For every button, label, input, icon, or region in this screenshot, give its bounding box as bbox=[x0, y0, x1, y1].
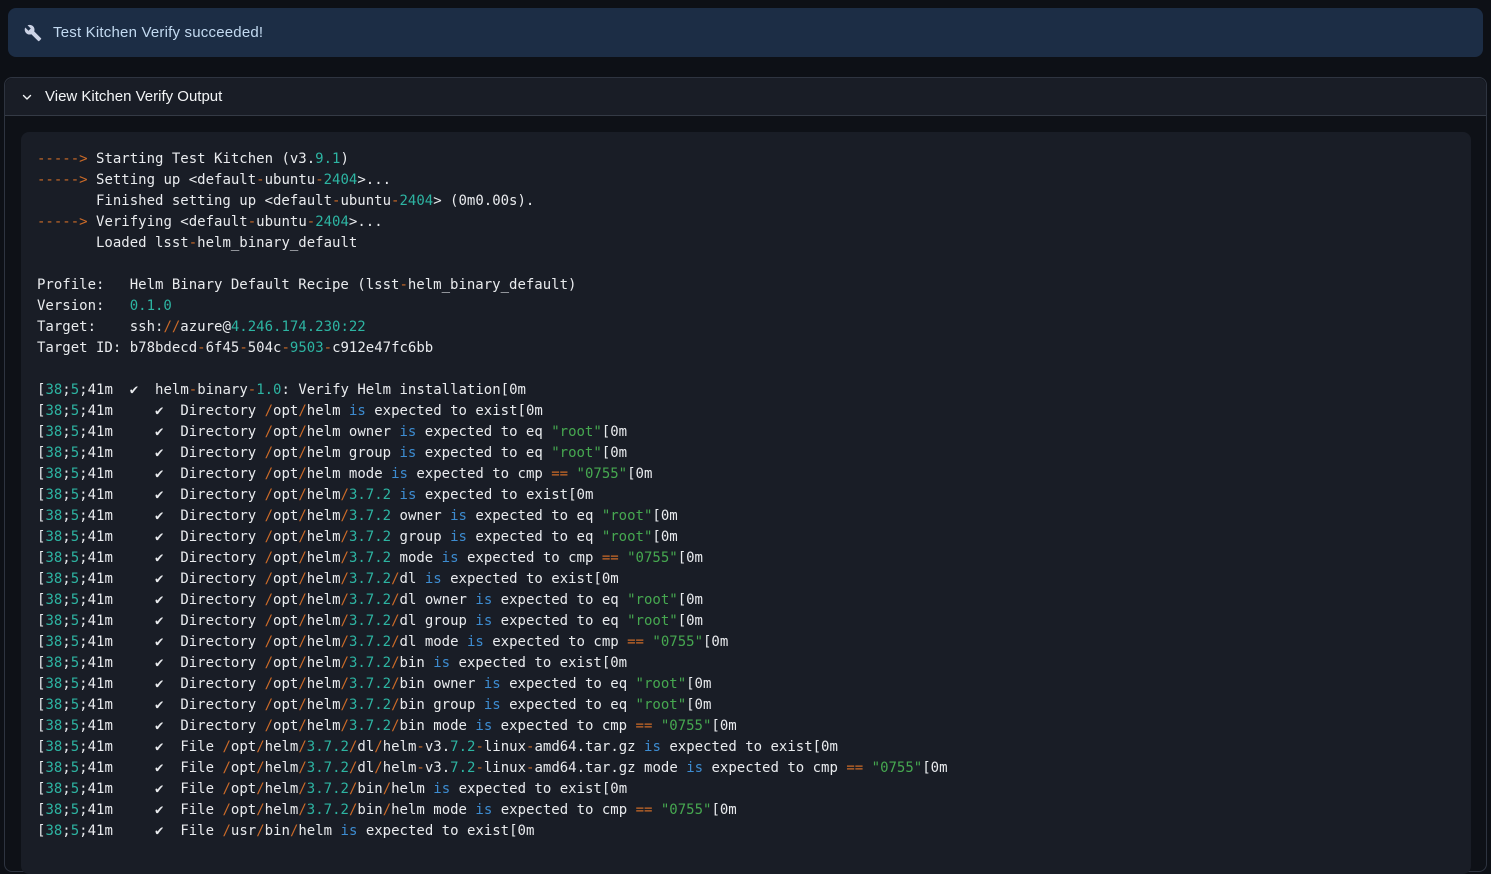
terminal-line: -----> Starting Test Kitchen (v3.9.1) bbox=[37, 149, 1455, 170]
terminal-line: [38;5;41m ✔ File /opt/helm/3.7.2/dl/helm… bbox=[37, 737, 1455, 758]
terminal-line: [38;5;41m ✔ Directory /opt/helm/3.7.2/bi… bbox=[37, 674, 1455, 695]
terminal-line: [38;5;41m ✔ Directory /opt/helm/3.7.2/dl… bbox=[37, 611, 1455, 632]
terminal-line: Finished setting up <default-ubuntu-2404… bbox=[37, 191, 1455, 212]
success-banner: Test Kitchen Verify succeeded! bbox=[8, 8, 1483, 57]
terminal-line bbox=[37, 359, 1455, 380]
terminal-line: Profile: Helm Binary Default Recipe (lss… bbox=[37, 275, 1455, 296]
terminal-line: [38;5;41m ✔ helm-binary-1.0: Verify Helm… bbox=[37, 380, 1455, 401]
terminal-line: [38;5;41m ✔ Directory /opt/helm/3.7.2/bi… bbox=[37, 653, 1455, 674]
terminal-line: [38;5;41m ✔ Directory /opt/helm/3.7.2/bi… bbox=[37, 695, 1455, 716]
terminal-line: Loaded lsst-helm_binary_default bbox=[37, 233, 1455, 254]
chevron-down-icon[interactable] bbox=[20, 90, 34, 104]
terminal-line: [38;5;41m ✔ Directory /opt/helm mode is … bbox=[37, 464, 1455, 485]
expander-label: View Kitchen Verify Output bbox=[45, 88, 222, 105]
terminal-line: [38;5;41m ✔ Directory /opt/helm/3.7.2 ow… bbox=[37, 506, 1455, 527]
terminal-line: [38;5;41m ✔ File /usr/bin/helm is expect… bbox=[37, 821, 1455, 842]
expander-header[interactable]: View Kitchen Verify Output bbox=[5, 78, 1486, 116]
terminal-line: [38;5;41m ✔ Directory /opt/helm/3.7.2 mo… bbox=[37, 548, 1455, 569]
terminal-line: -----> Verifying <default-ubuntu-2404>..… bbox=[37, 212, 1455, 233]
terminal-line: [38;5;41m ✔ Directory /opt/helm/3.7.2/bi… bbox=[37, 716, 1455, 737]
terminal-line: [38;5;41m ✔ Directory /opt/helm/3.7.2/dl… bbox=[37, 632, 1455, 653]
terminal-line: [38;5;41m ✔ Directory /opt/helm/3.7.2 gr… bbox=[37, 527, 1455, 548]
terminal-line bbox=[37, 254, 1455, 275]
terminal-line: Target: ssh://azure@4.246.174.230:22 bbox=[37, 317, 1455, 338]
terminal-line: -----> Setting up <default-ubuntu-2404>.… bbox=[37, 170, 1455, 191]
terminal-line: [38;5;41m ✔ File /opt/helm/3.7.2/dl/helm… bbox=[37, 758, 1455, 779]
terminal-line: [38;5;41m ✔ Directory /opt/helm group is… bbox=[37, 443, 1455, 464]
code-block: -----> Starting Test Kitchen (v3.9.1)---… bbox=[21, 132, 1471, 874]
banner-message: Test Kitchen Verify succeeded! bbox=[53, 24, 263, 41]
kitchen-verify-output-card: View Kitchen Verify Output -----> Starti… bbox=[4, 77, 1487, 872]
terminal-line: Version: 0.1.0 bbox=[37, 296, 1455, 317]
terminal-line: [38;5;41m ✔ Directory /opt/helm/3.7.2/dl… bbox=[37, 590, 1455, 611]
terminal-line: [38;5;41m ✔ Directory /opt/helm/3.7.2/dl… bbox=[37, 569, 1455, 590]
terminal-line: [38;5;41m ✔ Directory /opt/helm is expec… bbox=[37, 401, 1455, 422]
terminal-line: Target ID: b78bdecd-6f45-504c-9503-c912e… bbox=[37, 338, 1455, 359]
terminal-line: [38;5;41m ✔ Directory /opt/helm/3.7.2 is… bbox=[37, 485, 1455, 506]
terminal-line: [38;5;41m ✔ File /opt/helm/3.7.2/bin/hel… bbox=[37, 779, 1455, 800]
terminal-output: -----> Starting Test Kitchen (v3.9.1)---… bbox=[21, 132, 1471, 859]
wrench-icon bbox=[24, 24, 42, 42]
terminal-line: [38;5;41m ✔ File /opt/helm/3.7.2/bin/hel… bbox=[37, 800, 1455, 821]
terminal-line: [38;5;41m ✔ Directory /opt/helm owner is… bbox=[37, 422, 1455, 443]
